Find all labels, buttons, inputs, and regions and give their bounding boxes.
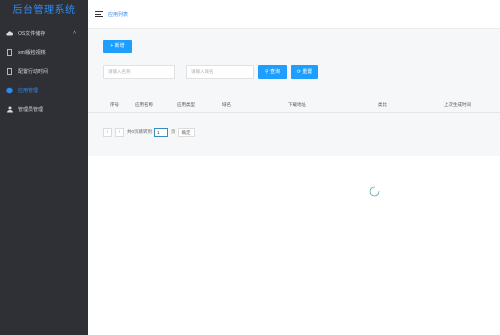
column-header: 类比 bbox=[378, 102, 387, 107]
column-header: 序号 bbox=[110, 102, 119, 107]
user-icon bbox=[6, 106, 13, 113]
sidebar-item-label: xml版检视核 bbox=[18, 50, 46, 56]
sidebar-item-label: 配置行动时间 bbox=[18, 69, 49, 75]
app-name-input[interactable]: 请输入名称 bbox=[103, 65, 175, 79]
domain-input[interactable]: 请输入域名 bbox=[186, 65, 254, 79]
refresh-icon: ⟳ bbox=[296, 69, 301, 75]
confirm-button[interactable]: 确定 bbox=[177, 127, 195, 137]
search-icon: ⚲ bbox=[264, 69, 269, 75]
column-header: 上次生成时间 bbox=[444, 102, 471, 107]
content-panel: + 新增 请输入名称 请输入域名 ⚲ 查询 ⟳ 重置 序号 应用名称 应用类型 … bbox=[88, 29, 500, 156]
reset-button-label: 重置 bbox=[302, 69, 313, 75]
page-number-input[interactable]: 1 bbox=[154, 127, 169, 137]
file-icon bbox=[6, 49, 13, 56]
column-header: 域名 bbox=[222, 102, 231, 107]
cube-icon bbox=[6, 87, 13, 94]
cloud-icon bbox=[6, 30, 13, 37]
search-button[interactable]: ⚲ 查询 bbox=[258, 65, 287, 79]
sidebar-item-label: 应用管理 bbox=[18, 88, 39, 94]
column-header: 应用类型 bbox=[177, 102, 195, 107]
prev-page-button[interactable]: ‹ bbox=[103, 127, 112, 137]
sidebar-item-label: 管理员管理 bbox=[18, 107, 44, 113]
page-unit-label: 页 bbox=[171, 129, 176, 134]
chevron-up-icon: ˄ bbox=[73, 30, 76, 36]
goto-label: 共0页跳转到 bbox=[127, 129, 153, 134]
loading-spinner-icon bbox=[369, 186, 380, 197]
sidebar-item-app-management[interactable]: 应用管理 bbox=[0, 81, 88, 100]
column-header: 应用名称 bbox=[135, 102, 153, 107]
breadcrumb[interactable]: 应用列表 bbox=[108, 11, 128, 18]
file-icon bbox=[6, 68, 13, 75]
sidebar-item-xml-review[interactable]: xml版检视核 bbox=[0, 43, 88, 62]
top-bar: 应用列表 bbox=[88, 0, 500, 29]
app-title: 后台管理系统 bbox=[12, 5, 76, 16]
sidebar-item-admin-management[interactable]: 管理员管理 bbox=[0, 100, 88, 119]
sidebar: 后台管理系统 OS文件储存 ˄ xml版检视核 配置行动时间 应用管理 管理员管… bbox=[0, 0, 88, 335]
sidebar-item-label: OS文件储存 bbox=[18, 31, 46, 37]
add-button[interactable]: + 新增 bbox=[103, 40, 132, 53]
sidebar-item-oss-storage[interactable]: OS文件储存 ˄ bbox=[0, 24, 88, 43]
table-header: 序号 应用名称 应用类型 域名 下载地址 类比 上次生成时间 bbox=[88, 98, 500, 113]
column-header: 下载地址 bbox=[288, 102, 306, 107]
search-button-label: 查询 bbox=[270, 69, 281, 75]
sidebar-item-config-time[interactable]: 配置行动时间 bbox=[0, 62, 88, 81]
next-page-button[interactable]: › bbox=[115, 127, 124, 137]
pagination: ‹ › 共0页跳转到 1 页 确定 bbox=[103, 126, 195, 138]
menu-toggle-icon[interactable] bbox=[95, 11, 103, 17]
reset-button[interactable]: ⟳ 重置 bbox=[291, 65, 318, 79]
sidebar-menu: OS文件储存 ˄ xml版检视核 配置行动时间 应用管理 管理员管理 bbox=[0, 24, 88, 119]
